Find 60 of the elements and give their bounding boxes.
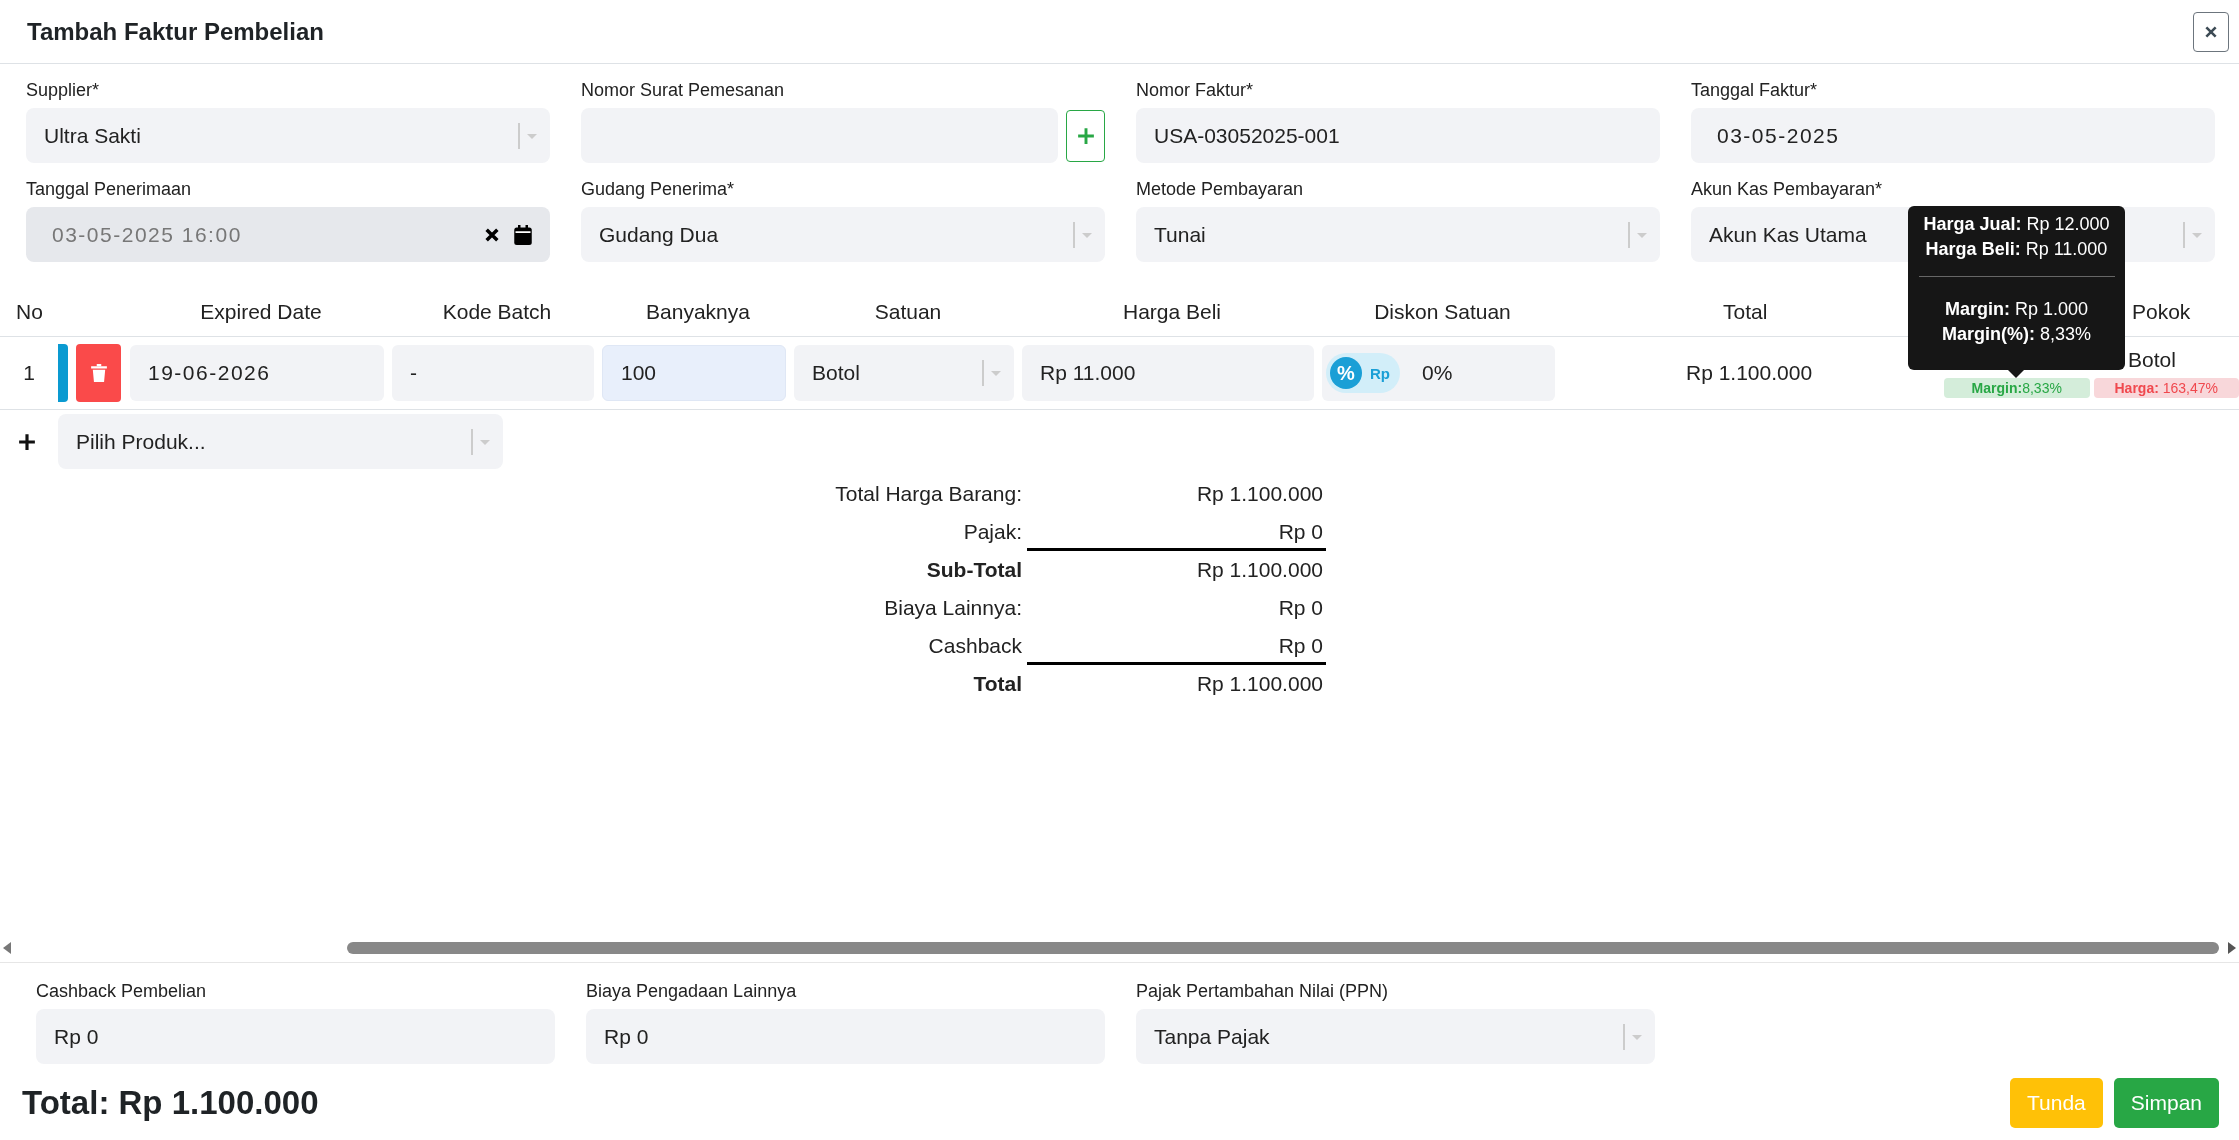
field-label: Supplier* bbox=[26, 80, 101, 101]
field-label: Nomor Faktur* bbox=[1136, 80, 1255, 101]
field-label: Nomor Surat Pemesanan bbox=[581, 80, 786, 101]
field-value: 03-05-2025 16:00 bbox=[51, 222, 242, 247]
field-value: 0% bbox=[1422, 361, 1453, 385]
dialog-title: Tambah Faktur Pembelian bbox=[27, 17, 324, 46]
field-value: 100 bbox=[621, 361, 657, 385]
field-label: Gudang Penerima* bbox=[581, 179, 736, 200]
field-value: Botol bbox=[812, 361, 860, 385]
summary-label: Sub-Total bbox=[925, 558, 1023, 582]
tooltip-text: Harga Beli: Rp 11.000 bbox=[1925, 239, 2108, 260]
summary-value: Rp 0 bbox=[1027, 627, 1326, 665]
field-label: Akun Kas Pembayaran* bbox=[1691, 179, 1884, 200]
tooltip-text: Margin(%): 8,33% bbox=[1941, 324, 2091, 345]
tooltip-text: Margin: Rp 1.000 bbox=[1944, 299, 2089, 320]
field-value: Gudang Dua bbox=[599, 222, 719, 247]
field-value: Tanpa Pajak bbox=[1154, 1024, 1270, 1049]
column-header: Total bbox=[1722, 300, 1769, 324]
field-value: - bbox=[410, 361, 417, 385]
summary-label: Total bbox=[972, 672, 1023, 696]
field-label: Biaya Pengadaan Lainnya bbox=[586, 981, 798, 1002]
field-value: Rp 11.000 bbox=[1040, 361, 1136, 385]
field-value: Akun Kas Utama bbox=[1709, 222, 1867, 247]
field-value: Rp 0 bbox=[54, 1024, 99, 1049]
column-header: Diskon Satuan bbox=[1373, 300, 1512, 324]
field-value: 19-06-2026 bbox=[148, 361, 271, 385]
table-cell-text: Botol bbox=[2127, 348, 2177, 372]
summary-label: Pajak: bbox=[962, 520, 1023, 544]
summary-label: Biaya Lainnya: bbox=[883, 596, 1023, 620]
column-header: Satuan bbox=[873, 300, 943, 324]
field-value: Rp 0 bbox=[604, 1024, 649, 1049]
column-header: Kode Batch bbox=[441, 300, 553, 324]
column-header: Pokok bbox=[2132, 300, 2191, 324]
field-label: Pajak Pertambahan Nilai (PPN) bbox=[1136, 981, 1390, 1002]
summary-label: Cashback bbox=[927, 634, 1023, 658]
table-cell-text: Rp 1.100.000 bbox=[1685, 361, 1814, 385]
field-label: Metode Pembayaran bbox=[1136, 179, 1305, 200]
margin-badge: Harga: 163,47% bbox=[2093, 378, 2239, 398]
margin-badge: Margin:8,33% bbox=[1944, 378, 2090, 398]
grand-total: Total: Rp 1.100.000 bbox=[22, 1084, 319, 1122]
field-value: USA-03052025-001 bbox=[1154, 123, 1340, 148]
field-value: 03-05-2025 bbox=[1716, 123, 1840, 148]
summary-value: Rp 1.100.000 bbox=[1195, 671, 1324, 697]
field-value: Tunai bbox=[1154, 222, 1206, 247]
column-header: Banyaknya bbox=[645, 300, 751, 324]
field-value: Pilih Produk... bbox=[76, 429, 206, 454]
column-header: Harga Beli bbox=[1121, 300, 1223, 324]
tooltip-text: Harga Jual: Rp 12.000 bbox=[1923, 214, 2110, 235]
row-number: 1 bbox=[22, 361, 36, 385]
summary-label: Total Harga Barang: bbox=[834, 482, 1023, 506]
field-value: Ultra Sakti bbox=[44, 123, 141, 148]
field-label: Tanggal Faktur* bbox=[1691, 80, 1819, 101]
summary-value: Rp 0 bbox=[1277, 595, 1324, 621]
column-header: Expired Date bbox=[199, 300, 323, 324]
column-header: No bbox=[15, 300, 44, 324]
summary-value: Rp 1.100.000 bbox=[1195, 557, 1324, 583]
summary-value: Rp 1.100.000 bbox=[1195, 481, 1324, 507]
summary-value: Rp 0 bbox=[1027, 513, 1326, 551]
field-label: Tanggal Penerimaan bbox=[26, 179, 193, 200]
field-label: Cashback Pembelian bbox=[36, 981, 208, 1002]
